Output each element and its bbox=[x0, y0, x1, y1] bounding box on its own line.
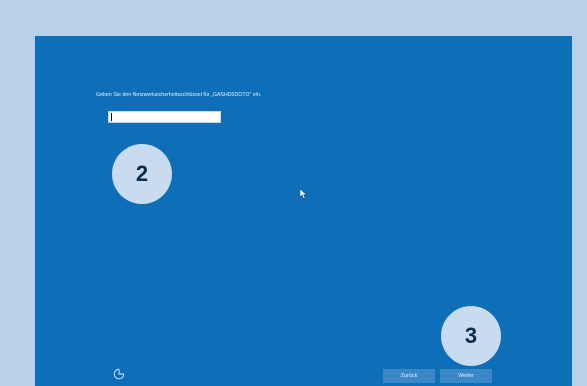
next-button[interactable]: Weiter bbox=[440, 369, 492, 383]
network-key-prompt: Geben Sie den Netzwerksicherheitsschlüss… bbox=[96, 92, 262, 98]
network-setup-screen: Geben Sie den Netzwerksicherheitsschlüss… bbox=[35, 36, 572, 386]
back-button[interactable]: Zurück bbox=[383, 369, 435, 383]
screenshot-frame: Geben Sie den Netzwerksicherheitsschlüss… bbox=[0, 0, 587, 386]
step-3-badge: 3 bbox=[441, 306, 501, 366]
ease-of-access-icon[interactable] bbox=[113, 368, 125, 380]
network-key-input[interactable] bbox=[108, 111, 221, 123]
text-caret bbox=[111, 113, 112, 121]
step-2-badge: 2 bbox=[112, 144, 172, 204]
mouse-pointer-icon bbox=[300, 189, 308, 199]
